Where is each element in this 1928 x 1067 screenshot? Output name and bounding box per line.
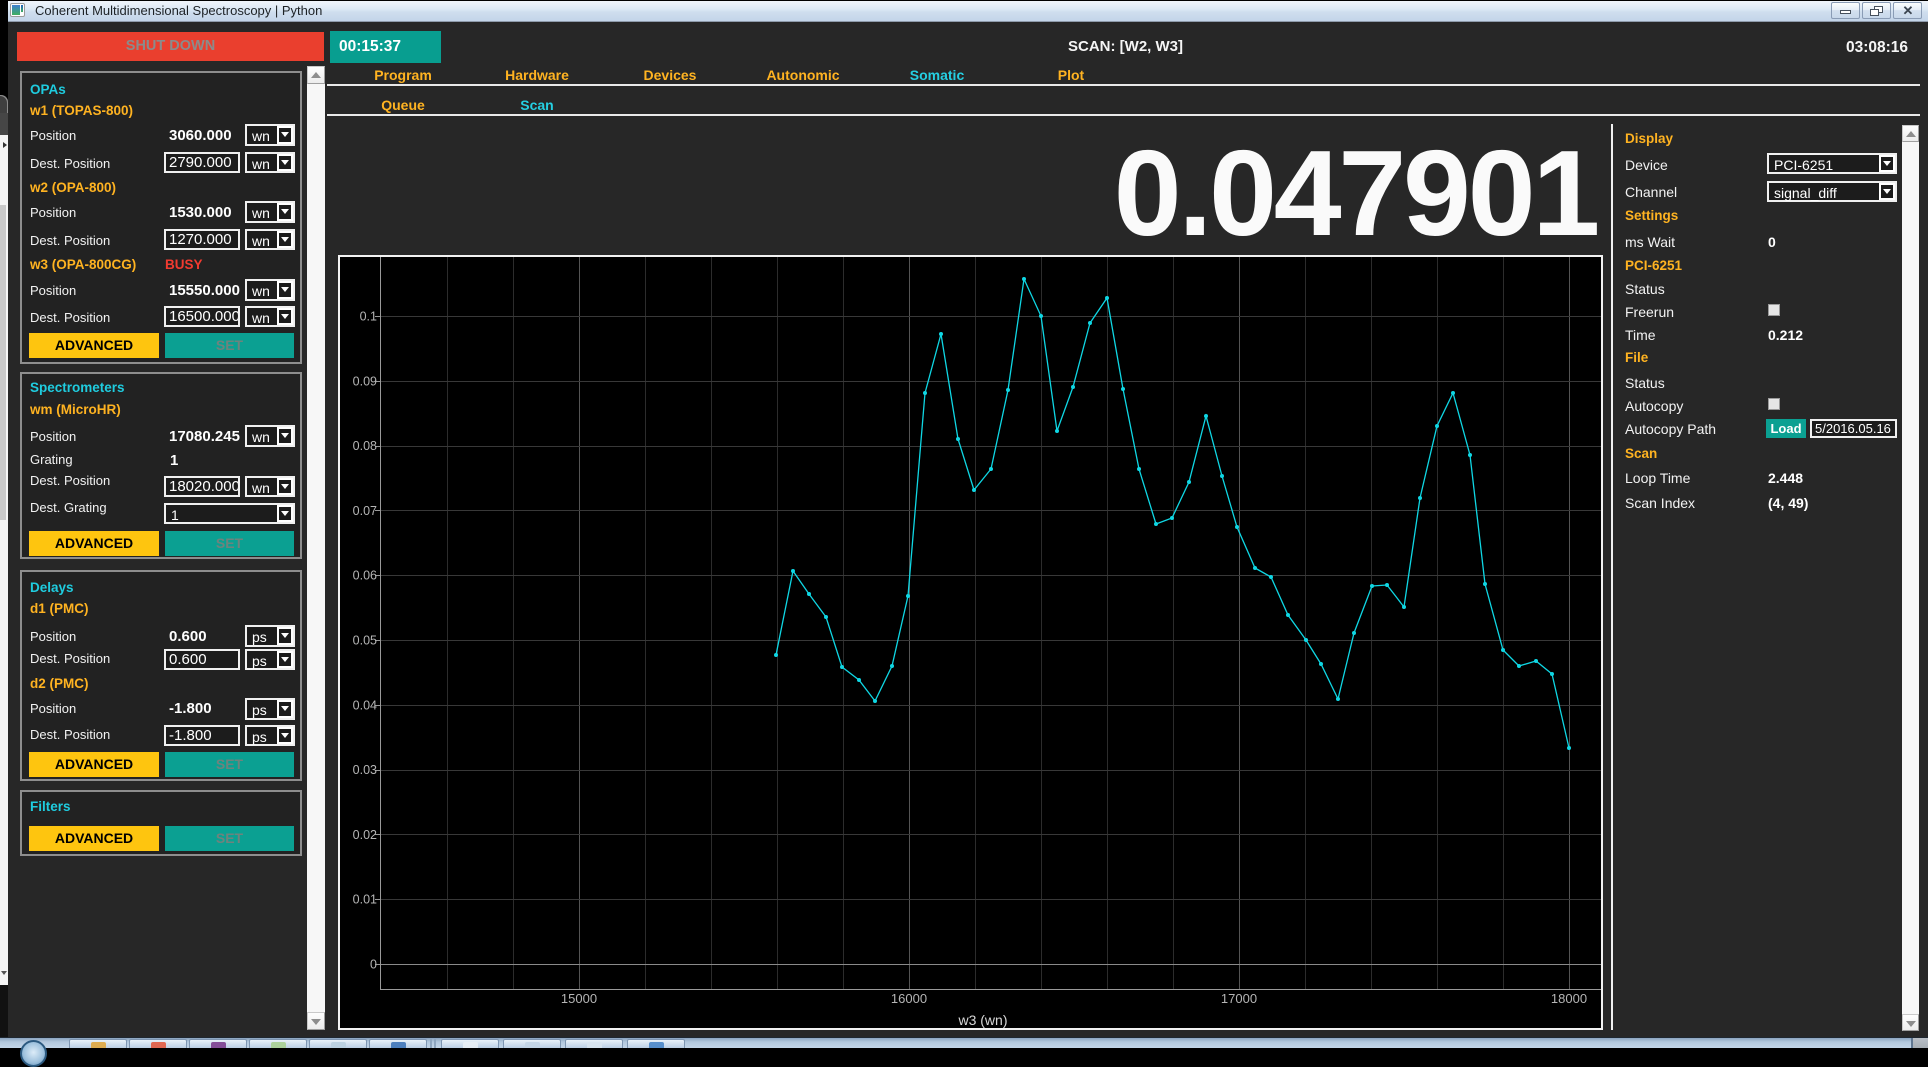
svg-text:0: 0	[370, 958, 377, 972]
svg-text:0.06: 0.06	[353, 569, 377, 583]
svg-text:15000: 15000	[561, 991, 597, 1006]
svg-text:0.1: 0.1	[360, 310, 377, 324]
svg-text:0.07: 0.07	[353, 504, 377, 518]
svg-text:0.03: 0.03	[353, 763, 377, 777]
svg-text:16000: 16000	[891, 991, 927, 1006]
svg-text:0.04: 0.04	[353, 698, 377, 712]
svg-text:0.09: 0.09	[353, 374, 377, 388]
svg-text:0.05: 0.05	[353, 634, 377, 648]
svg-text:18000: 18000	[1551, 991, 1587, 1006]
svg-text:0.02: 0.02	[353, 828, 377, 842]
svg-text:0.08: 0.08	[353, 439, 377, 453]
svg-text:17000: 17000	[1221, 991, 1257, 1006]
svg-text:0.01: 0.01	[353, 893, 377, 907]
svg-text:w3 (wn): w3 (wn)	[957, 1012, 1007, 1028]
